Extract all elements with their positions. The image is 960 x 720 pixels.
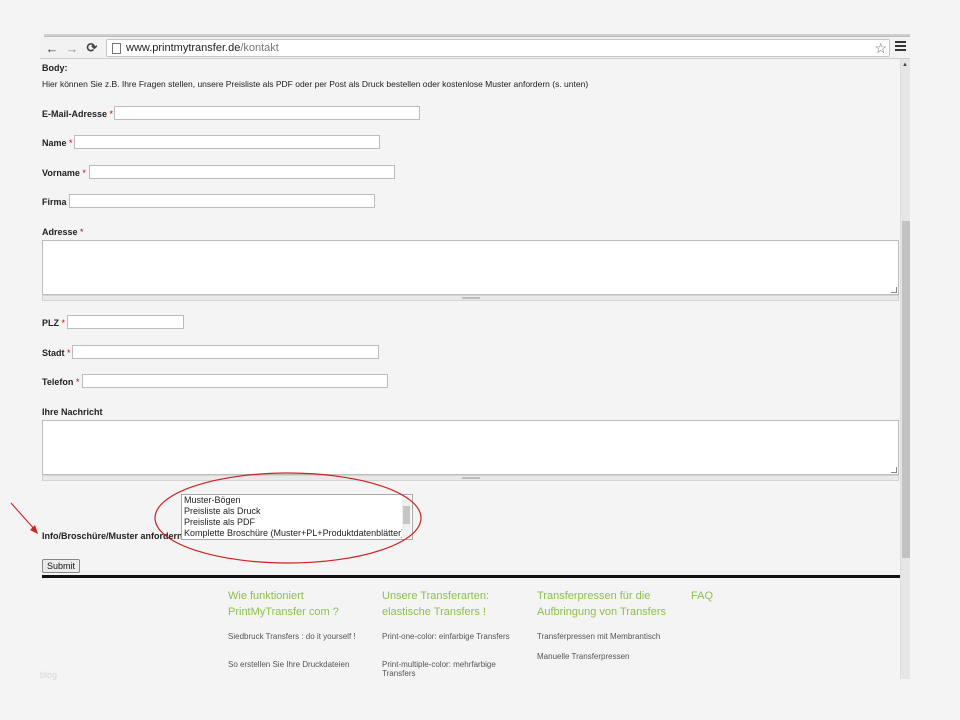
footer-col2-heading-line1[interactable]: Unsere Transferarten: [382, 588, 489, 604]
footer-col1-heading-line1[interactable]: Wie funktioniert [228, 588, 304, 604]
footer-col3-heading-line2[interactable]: Aufbringung von Transfers [537, 604, 666, 620]
footer-col2-heading-line2[interactable]: elastische Transfers ! [382, 604, 486, 620]
footer-link[interactable]: Print-multiple-color: mehrfarbige Transf… [382, 660, 514, 678]
watermark-text: blog [40, 670, 58, 680]
submit-button[interactable]: Submit [42, 559, 81, 573]
footer-link[interactable]: Siedbruck Transfers : do it yourself ! [228, 632, 370, 641]
footer-col3-heading-line1[interactable]: Transferpressen für die [537, 588, 650, 604]
footer-faq-link[interactable]: FAQ [691, 588, 713, 604]
annotation-arrow-line [10, 502, 37, 532]
footer-col1-heading-line2[interactable]: PrintMyTransfer com ? [228, 604, 339, 620]
annotation-ellipse [154, 472, 422, 564]
footer-link[interactable]: Manuelle Transferpressen [537, 652, 630, 661]
footer-link[interactable]: Transferpressen mit Membrantisch [537, 632, 660, 641]
screenshot-stage: ← → ⟳ www.printmytransfer.de/kontakt ☆ ▲… [0, 0, 960, 720]
footer-link[interactable]: Print-one-color: einfarbige Transfers [382, 632, 514, 641]
footer-divider [42, 575, 900, 578]
footer-link[interactable]: So erstellen Sie Ihre Druckdateien [228, 660, 370, 669]
